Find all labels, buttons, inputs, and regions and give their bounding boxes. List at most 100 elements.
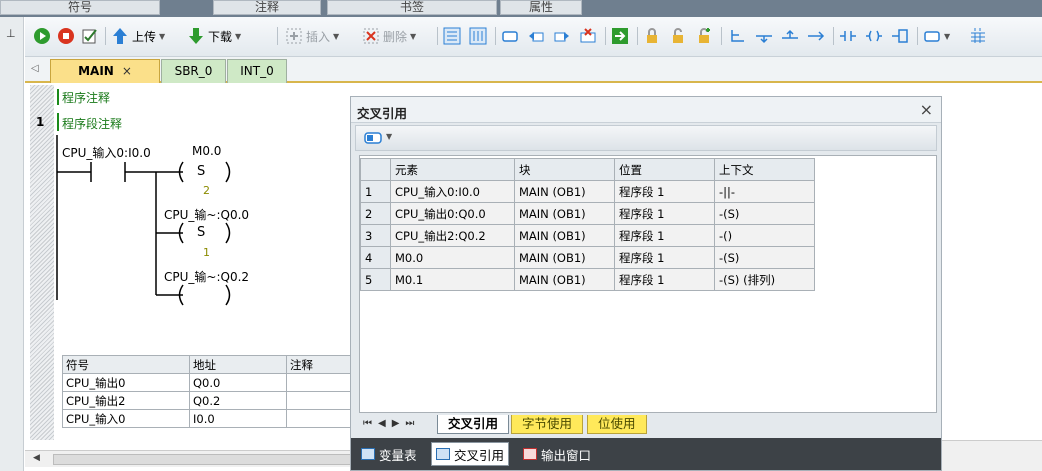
sheet-tab-byte-usage[interactable]: 字节使用 — [511, 415, 584, 434]
table-grid-icon — [971, 28, 985, 43]
chevron-down-icon[interactable]: ▼ — [386, 132, 392, 141]
editor-hscrollbar[interactable]: ◀ — [25, 450, 355, 467]
header-element: 元素 — [390, 158, 515, 181]
insert-button[interactable]: 插入 ▼ — [285, 25, 339, 47]
tab-cross-reference[interactable]: 交叉引用 — [431, 442, 510, 466]
toolbar-separator — [605, 27, 606, 45]
box-button[interactable] — [501, 25, 519, 47]
table-row[interactable]: CPU_输出2 Q0.2 — [62, 391, 351, 410]
contact-button[interactable] — [839, 25, 857, 47]
cell-block: MAIN (OB1) — [514, 246, 615, 269]
pane-tab-bookmark[interactable]: 书签 — [327, 0, 497, 15]
scroll-left-arrow-icon[interactable]: ◀ — [33, 453, 40, 463]
table-icon — [361, 448, 375, 460]
stop-button[interactable] — [57, 25, 75, 47]
coil2-address[interactable]: CPU_输~:Q0.0 — [164, 206, 249, 223]
cell-comment — [286, 409, 351, 428]
cell-block: MAIN (OB1) — [514, 268, 615, 291]
segment-comment[interactable]: 程序段注释 — [62, 115, 122, 132]
cross-reference-title: 交叉引用 — [357, 106, 408, 121]
network-alt-button[interactable] — [469, 25, 487, 47]
editor-tab-bar: ◁ MAIN × SBR_0 INT_0 — [25, 57, 1042, 83]
pane-tab-properties[interactable]: 属性 — [500, 0, 582, 15]
scrollbar-thumb[interactable] — [53, 454, 353, 465]
toolbar-separator — [277, 27, 278, 45]
unlock-button[interactable] — [669, 25, 687, 47]
scroll-left-icon[interactable]: ◁ — [31, 63, 39, 74]
cell-context: -(S) (排列) — [714, 268, 815, 291]
line-up-button[interactable] — [781, 25, 799, 47]
header-comment: 注释 — [286, 355, 351, 374]
segment-number: 1 — [36, 115, 45, 129]
cross-reference-titlebar[interactable]: 交叉引用 × — [351, 97, 941, 123]
unlock-icon — [673, 28, 683, 43]
row-number: 4 — [360, 246, 391, 269]
contact-address[interactable]: CPU_输入0:I0.0 — [62, 144, 151, 161]
coil-button[interactable] — [865, 25, 883, 47]
branch-button[interactable] — [729, 25, 747, 47]
box-delete-button[interactable] — [579, 25, 597, 47]
comment-marker — [57, 89, 59, 105]
table-row[interactable]: 5 M0.1 MAIN (OB1) 程序段 1 -(S) (排列) — [360, 268, 815, 291]
tab-variable-table[interactable]: 变量表 — [357, 442, 421, 466]
pin-icon[interactable]: ⊥ — [6, 27, 16, 40]
cell-location: 程序段 1 — [614, 224, 715, 247]
close-icon[interactable]: × — [122, 64, 132, 78]
chevron-down-icon[interactable]: ▼ — [333, 32, 339, 41]
chevron-down-icon[interactable]: ▼ — [944, 32, 950, 41]
pane-tab-comment[interactable]: 注释 — [213, 0, 321, 15]
box-right-button[interactable] — [553, 25, 571, 47]
cell-location: 程序段 1 — [614, 246, 715, 269]
sheet-tab-bit-usage[interactable]: 位使用 — [587, 415, 647, 434]
coil3-address[interactable]: CPU_输~:Q0.2 — [164, 268, 249, 285]
tab-output-window[interactable]: 输出窗口 — [519, 442, 595, 466]
ladder-diagram — [56, 135, 231, 306]
line-right-button[interactable] — [807, 25, 825, 47]
tab-sbr0[interactable]: SBR_0 — [161, 59, 226, 83]
compile-button[interactable] — [81, 25, 99, 47]
run-button[interactable] — [33, 25, 51, 47]
header-rownum — [360, 158, 391, 181]
table-row[interactable]: 1 CPU_输入0:I0.0 MAIN (OB1) 程序段 1 -||- — [360, 180, 815, 203]
box-left-button[interactable] — [527, 25, 545, 47]
cross-reference-window: 交叉引用 × ▼ 元素 块 位置 上下文 1 CPU_输入0:I0.0 MAIN… — [350, 96, 942, 471]
tab-main[interactable]: MAIN × — [50, 59, 160, 83]
download-button[interactable]: 下载 ▼ — [187, 25, 241, 47]
table-row[interactable]: 3 CPU_输出2:Q0.2 MAIN (OB1) 程序段 1 -() — [360, 224, 815, 247]
line-down-icon — [756, 35, 772, 44]
table-row[interactable]: 4 M0.0 MAIN (OB1) 程序段 1 -(S) — [360, 246, 815, 269]
upload-button[interactable]: 上传 ▼ — [111, 25, 165, 47]
toolbar-separator — [495, 27, 496, 45]
program-comment[interactable]: 程序注释 — [62, 89, 110, 106]
sheet-nav-arrows-icon[interactable]: ⏮◀▶⏭ — [363, 418, 420, 429]
table-row[interactable]: CPU_输出0 Q0.0 — [62, 373, 351, 392]
chevron-down-icon[interactable]: ▼ — [410, 32, 416, 41]
row-number: 3 — [360, 224, 391, 247]
delete-button[interactable]: 删除 ▼ — [362, 25, 416, 47]
lock-button[interactable] — [643, 25, 661, 47]
line-down-button[interactable] — [755, 25, 773, 47]
tab-int0-label: INT_0 — [240, 64, 274, 78]
symbol-display-icon — [924, 31, 940, 42]
cell-symbol: CPU_输出2 — [62, 391, 190, 410]
chevron-down-icon[interactable]: ▼ — [159, 32, 165, 41]
symbol-button[interactable]: ▼ — [923, 25, 950, 47]
insert-label: 插入 — [306, 29, 331, 44]
display-mode-icon[interactable] — [364, 130, 382, 146]
box-instruction-button[interactable] — [891, 25, 909, 47]
pane-tab-symbol[interactable]: 符号 — [0, 0, 160, 15]
unlock-all-button[interactable] — [695, 25, 713, 47]
chevron-down-icon[interactable]: ▼ — [235, 32, 241, 41]
tab-variable-table-label: 变量表 — [379, 447, 417, 463]
network-button[interactable] — [443, 25, 461, 47]
sheet-tab-bar: ⏮◀▶⏭ 交叉引用 字节使用 位使用 — [359, 415, 937, 435]
goto-button[interactable] — [611, 25, 629, 47]
tab-int0[interactable]: INT_0 — [227, 59, 287, 83]
table-row[interactable]: CPU_输入0 I0.0 — [62, 409, 351, 428]
goto-arrow-icon — [612, 28, 628, 44]
coil1-address[interactable]: M0.0 — [192, 144, 221, 158]
table-row[interactable]: 2 CPU_输出0:Q0.0 MAIN (OB1) 程序段 1 -(S) — [360, 202, 815, 225]
close-icon[interactable]: × — [920, 100, 933, 119]
sheet-tab-cross-reference[interactable]: 交叉引用 — [437, 415, 510, 434]
table-button[interactable] — [969, 25, 987, 47]
